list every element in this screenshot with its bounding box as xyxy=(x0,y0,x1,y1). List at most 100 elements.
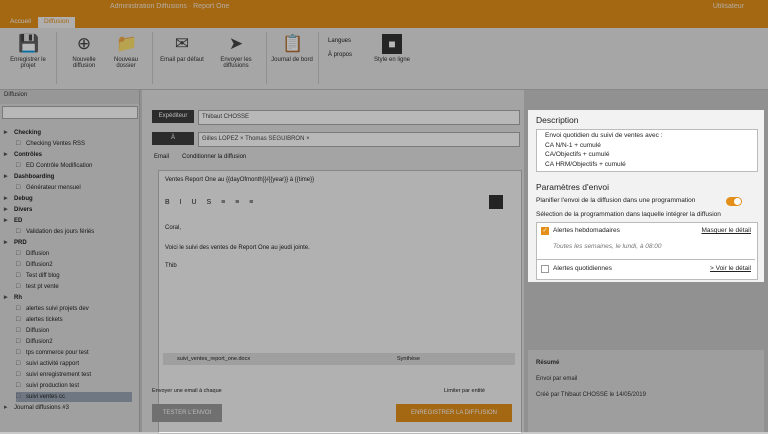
new-folder-button[interactable]: 📁 Nouveau dossier xyxy=(104,34,148,69)
tree-item[interactable]: □ suivi activité rapport xyxy=(16,359,132,369)
tree-item-label: Rh xyxy=(14,295,22,301)
diffusion-icon: □ xyxy=(16,349,21,356)
save-project-label: Enregistrer le projet xyxy=(10,57,46,69)
body-text: Voici le suivi des ventes de Report One … xyxy=(165,245,310,251)
tree-item-label: Diffusion2 xyxy=(26,262,53,268)
tree-folder[interactable]: ▸ Divers xyxy=(4,205,132,215)
daily-checkbox[interactable] xyxy=(541,265,549,273)
new-diffusion-button[interactable]: ⊕ Nouvelle diffusion xyxy=(62,34,106,69)
attachment-row[interactable]: suivi_ventes_report_one.docx Synthèse xyxy=(163,353,515,365)
tab-diffusion[interactable]: Diffusion xyxy=(38,17,76,28)
languages-menu[interactable]: Langues xyxy=(328,38,351,44)
attachment-format[interactable]: Synthèse xyxy=(397,356,420,362)
tree-search-input[interactable] xyxy=(2,106,138,119)
tree-item[interactable]: □ Checking Ventes RSS xyxy=(16,139,132,149)
description-textarea[interactable]: Envoi quotidien du suivi de ventes avec … xyxy=(536,129,758,172)
tree-item[interactable]: □ Diffusion2 xyxy=(16,260,132,270)
diffusion-settings-panel: Description Envoi quotidien du suivi de … xyxy=(528,110,764,282)
diffusion-icon: □ xyxy=(16,283,21,290)
tab-condition[interactable]: Conditionner la diffusion xyxy=(182,154,246,160)
schedule-toggle[interactable] xyxy=(726,197,742,206)
show-detail-link[interactable]: > Voir le détail xyxy=(710,265,751,272)
tree-item-label: Test diff blog xyxy=(26,273,60,279)
ribbon-separator xyxy=(152,32,153,84)
save-icon: 💾 xyxy=(18,34,40,53)
tree-item[interactable]: □ Diffusion xyxy=(16,249,132,259)
tree-item-label: Divers xyxy=(14,207,33,213)
save-project-button[interactable]: 💾 Enregistrer le projet xyxy=(6,34,50,69)
add-icon: ⊕ xyxy=(76,34,92,53)
tree-item[interactable]: □ Test diff blog xyxy=(16,271,132,281)
toggle-knob xyxy=(734,198,741,205)
tree-folder[interactable]: ▸ Debug xyxy=(4,194,132,204)
tree-item[interactable]: □ test pt vente xyxy=(16,282,132,292)
title-bar: Administration Diffusions · Report One U… xyxy=(0,0,768,16)
style-button[interactable]: ■ Style en ligne xyxy=(370,34,414,63)
test-send-button[interactable]: TESTER L'ENVOI xyxy=(152,404,222,422)
subject-field[interactable]: Ventes Report One au {{dayOfmonth}}/{{ye… xyxy=(165,177,314,183)
to-label: À xyxy=(152,132,194,145)
description-line: CA/Objectifs + cumulé xyxy=(545,151,610,158)
tree-folder[interactable]: ▸ Checking xyxy=(4,128,132,138)
diffusion-icon: □ xyxy=(16,140,21,147)
tree-folder[interactable]: ▸ PRD xyxy=(4,238,132,248)
tree-item-label: Contrôles xyxy=(14,152,43,158)
tree-item-label: PRD xyxy=(14,240,27,246)
about-button[interactable]: À propos xyxy=(328,52,352,58)
tree-folder[interactable]: ▸ Contrôles xyxy=(4,150,132,160)
tree-item-label: Checking Ventes RSS xyxy=(26,141,86,147)
tree-folder[interactable]: ▸ Rh xyxy=(4,293,132,303)
journal-button[interactable]: 📋 Journal de bord xyxy=(270,34,314,63)
diffusion-tree-panel: Diffusion ▸ Checking □ Checking Ventes RSS ▸… xyxy=(0,90,140,432)
program-item-weekly[interactable]: ✓ Alertes hebdomadaires Masquer le détai… xyxy=(537,223,755,239)
body-greeting: Coral, xyxy=(165,225,182,231)
tree-item[interactable]: □ Diffusion xyxy=(16,326,132,336)
program-item-daily[interactable]: Alertes quotidiennes > Voir le détail xyxy=(537,261,755,277)
weekly-checkbox[interactable]: ✓ xyxy=(541,227,549,235)
tree-item[interactable]: □ ED Contrôle Modification xyxy=(16,161,132,171)
email-editor[interactable]: Ventes Report One au {{dayOfmonth}}/{{ye… xyxy=(158,170,522,434)
tree-item-label: suivi production test xyxy=(26,383,80,389)
default-email-button[interactable]: ✉ Email par défaut xyxy=(160,34,204,63)
user-name[interactable]: Utilisateur xyxy=(713,3,744,10)
save-diffusion-button[interactable]: ENREGISTRER LA DIFFUSION xyxy=(396,404,512,422)
new-diffusion-label: Nouvelle diffusion xyxy=(72,57,96,69)
tree-item[interactable]: □ tps commerce pour test xyxy=(16,348,132,358)
format-toolbar[interactable]: B I U S ≡ ≡ ≡ xyxy=(165,199,257,206)
send-each-option[interactable]: Envoyer une email à chaque xyxy=(152,388,222,394)
new-folder-label: Nouveau dossier xyxy=(113,57,139,69)
tree-item-label: test pt vente xyxy=(26,284,59,290)
tree-item[interactable]: □ suivi enregistrement test xyxy=(16,370,132,380)
summary-panel: Résumé Envoi par email Créé par Thibaut … xyxy=(528,350,764,432)
diffusion-icon: □ xyxy=(16,261,21,268)
folder-icon: ▸ xyxy=(4,151,8,158)
tree-item[interactable]: □ alertes tickets xyxy=(16,315,132,325)
tree-item[interactable]: □ alertes suivi projets dev xyxy=(16,304,132,314)
diffusion-icon: □ xyxy=(16,360,21,367)
tree-folder[interactable]: ▸ Journal diffusions #3 xyxy=(4,403,132,413)
diffusion-icon: □ xyxy=(16,371,21,378)
tab-email[interactable]: Email xyxy=(154,154,169,160)
insert-button[interactable] xyxy=(489,195,503,209)
tree-folder[interactable]: ▸ Dashboarding xyxy=(4,172,132,182)
tree-item[interactable]: □ Validation des jours fériés xyxy=(16,227,132,237)
tree-item-label: suivi enregistrement test xyxy=(26,372,92,378)
limit-entity-option[interactable]: Limiter par entité xyxy=(444,388,485,394)
diffusion-icon: □ xyxy=(16,162,21,169)
tree-item[interactable]: □ suivi ventes cc xyxy=(16,392,132,402)
tree-item[interactable]: □ suivi production test xyxy=(16,381,132,391)
tree-item[interactable]: □ Générateur mensuel xyxy=(16,183,132,193)
send-diffusions-button[interactable]: ➤ Envoyer les diffusions xyxy=(214,34,258,69)
program-list: ✓ Alertes hebdomadaires Masquer le détai… xyxy=(536,222,758,280)
folder-icon: ▸ xyxy=(4,129,8,136)
recipients-field[interactable]: Gilles LOPEZ × Thomas SEGUIBRON × xyxy=(198,132,520,147)
sender-field[interactable]: Thibaut CHOSSE xyxy=(198,110,520,125)
tree-item-label: Diffusion2 xyxy=(26,339,53,345)
hide-detail-link[interactable]: Masquer le détail xyxy=(702,227,752,234)
tree-item-label: ED Contrôle Modification xyxy=(26,163,93,169)
tree-folder[interactable]: ▸ ED xyxy=(4,216,132,226)
tab-accueil[interactable]: Accueil xyxy=(4,17,37,28)
folder-icon: ▸ xyxy=(4,239,8,246)
tree-item[interactable]: □ Diffusion2 xyxy=(16,337,132,347)
diffusion-icon: □ xyxy=(16,316,21,323)
